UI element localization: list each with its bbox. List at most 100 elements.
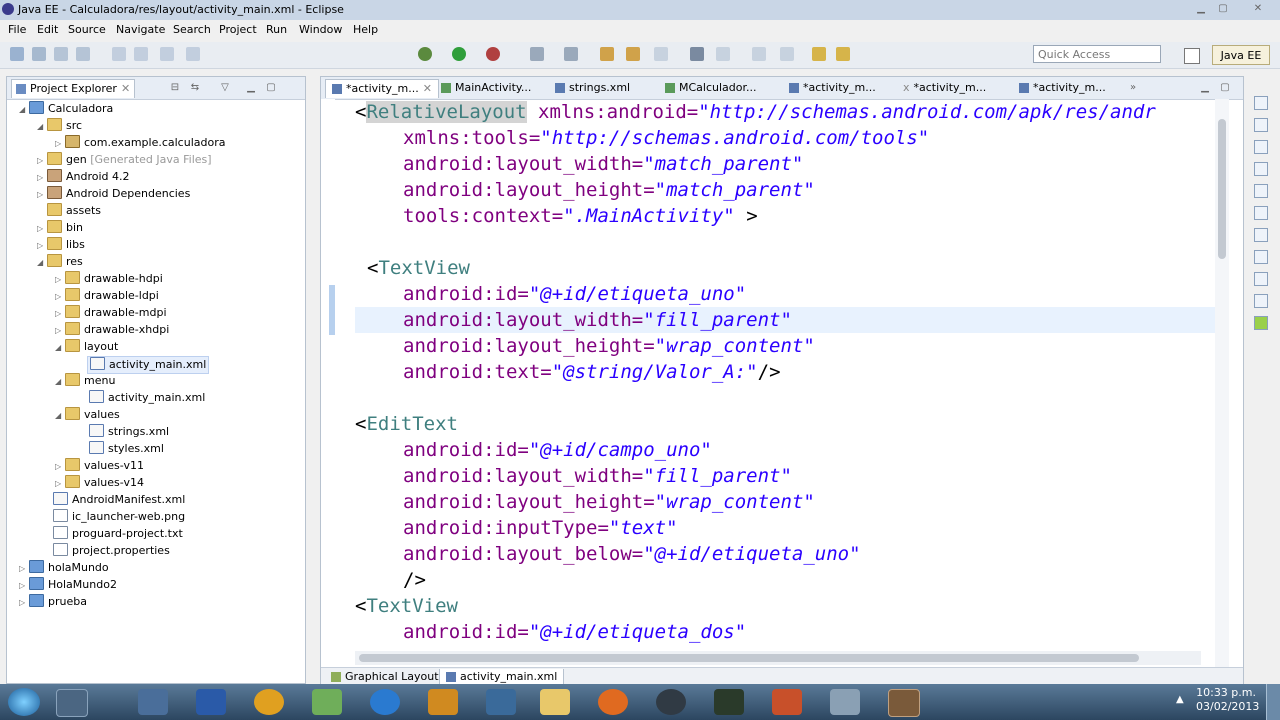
menu-edit[interactable]: Edit [37,23,58,36]
tree-item-libs[interactable]: ▷ libs [37,237,85,253]
expand-arrow-icon[interactable]: ▷ [37,238,47,254]
expand-arrow-icon[interactable]: ▷ [19,595,29,611]
link-editor-icon[interactable]: ⇆ [189,82,201,94]
new-class-icon[interactable] [530,47,544,61]
debug-icon[interactable] [418,47,432,61]
expand-arrow-icon[interactable]: ▷ [55,459,65,475]
expand-arrow-icon[interactable]: ▷ [55,323,65,339]
open-perspective-icon[interactable] [1184,48,1200,64]
tree-item-menu[interactable]: ◢ menu [55,373,115,389]
collapse-arrow-icon[interactable]: ◢ [55,374,65,390]
save-icon[interactable] [32,47,46,61]
tree-item-android-42[interactable]: ▷ Android 4.2 [37,169,130,185]
menu-source[interactable]: Source [68,23,106,36]
open-type-icon[interactable] [600,47,614,61]
expand-arrow-icon[interactable]: ▷ [19,578,29,594]
menu-help[interactable]: Help [353,23,378,36]
xml-icon[interactable] [186,47,200,61]
network-icon[interactable] [486,689,516,715]
editor-tab-activity-main-4[interactable]: *activity_m... [1013,79,1112,97]
powerpoint-icon[interactable] [772,689,802,715]
lint-icon[interactable] [160,47,174,61]
tree-item-android-manifest[interactable]: AndroidManifest.xml [53,492,185,508]
run-icon[interactable] [452,47,466,61]
problems-icon[interactable] [1254,162,1268,176]
scroll-thumb[interactable] [359,654,1139,662]
menu-window[interactable]: Window [299,23,342,36]
last-edit-icon[interactable] [812,47,826,61]
back-icon[interactable] [752,47,766,61]
menu-file[interactable]: File [8,23,26,36]
view-menu-icon[interactable]: ▽ [219,82,231,94]
menu-navigate[interactable]: Navigate [116,23,165,36]
expand-arrow-icon[interactable]: ▷ [37,187,47,203]
menu-run[interactable]: Run [266,23,287,36]
tree-item-holamundo2[interactable]: ▷ HolaMundo2 [19,577,117,593]
collapse-arrow-icon[interactable]: ◢ [19,102,29,118]
tree-item-assets[interactable]: assets [37,203,101,219]
tree-item-holamundo[interactable]: ▷ holaMundo [19,560,109,576]
camera-icon[interactable] [656,689,686,715]
save-all-icon[interactable] [54,47,68,61]
tree-item-strings-xml[interactable]: strings.xml [89,424,169,440]
close-tab-icon[interactable]: ✕ [121,82,130,95]
start-button[interactable] [8,688,40,716]
tree-item-layout-activity-main[interactable]: activity_main.xml [87,356,210,374]
tree-item-ic-launcher[interactable]: ic_launcher-web.png [53,509,185,525]
ie-icon[interactable] [370,689,400,715]
tree-item-drawable-ldpi[interactable]: ▷ drawable-ldpi [55,288,159,304]
media-player-icon[interactable] [428,689,458,715]
tree-item-bin[interactable]: ▷ bin [37,220,83,236]
avd-manager-icon[interactable] [134,47,148,61]
maximize-icon[interactable]: ▢ [1214,2,1232,16]
pane-minimize-icon[interactable]: ▁ [245,82,257,94]
expand-arrow-icon[interactable]: ▷ [37,221,47,237]
tree-item-calculadora[interactable]: ◢ Calculadora [19,101,113,117]
open-task-icon[interactable] [626,47,640,61]
tree-item-gen[interactable]: ▷ gen [Generated Java Files] [37,152,212,168]
task-manager-icon[interactable] [56,689,88,717]
expand-arrow-icon[interactable]: ▷ [55,306,65,322]
tree-item-layout[interactable]: ◢ layout [55,339,118,355]
quick-access-input[interactable]: Quick Access [1033,45,1161,63]
perspective-java-ee[interactable]: Java EE [1212,45,1270,65]
explorer-folder-icon[interactable] [540,689,570,715]
editor-tab-mcalculador[interactable]: MCalculador... [659,79,763,97]
tree-item-drawable-mdpi[interactable]: ▷ drawable-mdpi [55,305,167,321]
more-tabs-icon[interactable]: » [1127,82,1139,94]
eclipse-app-icon[interactable] [312,689,342,715]
window-thumb-icon[interactable] [830,689,860,715]
expand-arrow-icon[interactable]: ▷ [55,136,65,152]
print-icon[interactable] [76,47,90,61]
code-area[interactable]: <RelativeLayout xmlns:android="http://sc… [355,99,1215,671]
tree-item-menu-activity-main[interactable]: activity_main.xml [89,390,205,406]
console-icon[interactable] [1254,140,1268,154]
collapse-arrow-icon[interactable]: ◢ [37,119,47,135]
editor-tab-activity-main[interactable]: *activity_m... ✕ [325,79,439,98]
menu-search[interactable]: Search [173,23,211,36]
editor-tab-activity-main-2[interactable]: *activity_m... [783,79,882,97]
minimize-icon[interactable]: ▁ [1192,2,1210,16]
close-tab-icon[interactable]: ✕ [423,82,432,95]
snippets-icon[interactable] [1254,250,1268,264]
expand-arrow-icon[interactable]: ▷ [37,153,47,169]
properties-icon[interactable] [1254,184,1268,198]
taskbar-clock[interactable]: 10:33 p.m. 03/02/2013 [1196,686,1259,714]
chrome-icon[interactable] [254,689,284,715]
editor-tab-mainactivity[interactable]: MainActivity... [435,79,537,97]
servers-icon[interactable] [1254,206,1268,220]
prev-edit-icon[interactable] [836,47,850,61]
data-source-icon[interactable] [1254,228,1268,242]
editor-tab-activity-main-3[interactable]: x *activity_m... [897,79,992,97]
tree-item-values[interactable]: ◢ values [55,407,120,423]
tree-item-drawable-hdpi[interactable]: ▷ drawable-hdpi [55,271,163,287]
expand-arrow-icon[interactable]: ▷ [19,561,29,577]
editor-minimize-icon[interactable]: ▁ [1199,82,1211,94]
collapse-arrow-icon[interactable]: ◢ [55,340,65,356]
collapse-arrow-icon[interactable]: ◢ [55,408,65,424]
emulator-icon[interactable] [714,689,744,715]
tree-item-res[interactable]: ◢ res [37,254,83,270]
logcat-icon[interactable] [1254,272,1268,286]
menu-project[interactable]: Project [219,23,257,36]
tree-item-styles-xml[interactable]: styles.xml [89,441,164,457]
